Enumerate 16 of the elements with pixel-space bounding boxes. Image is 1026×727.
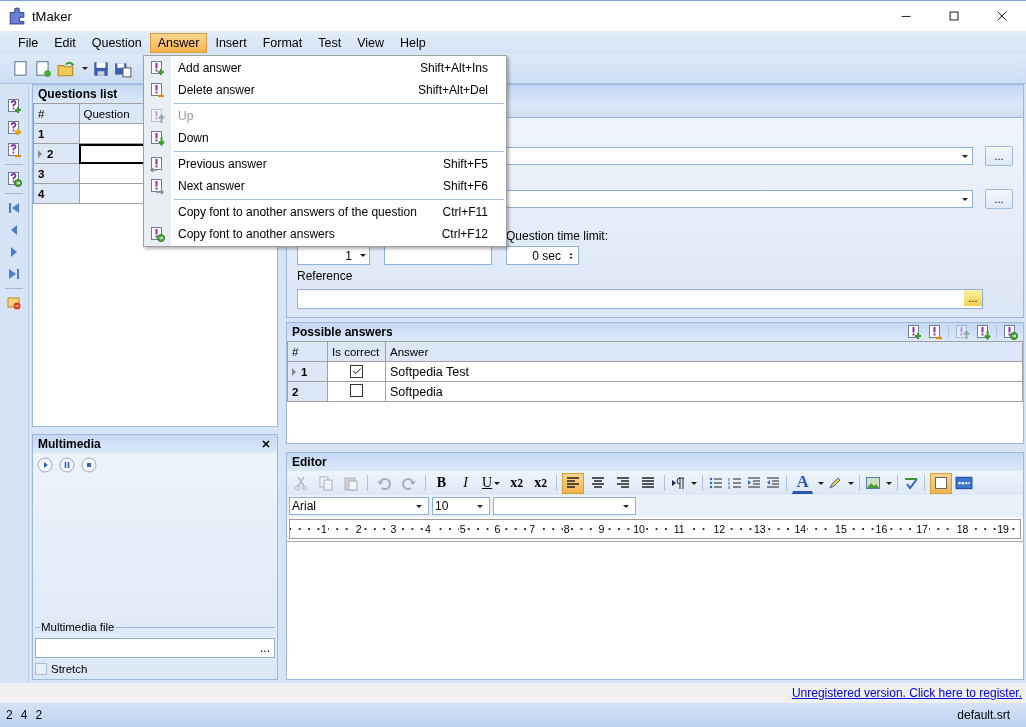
column-header: # — [33, 103, 79, 124]
field-label: Question time limit: — [506, 229, 609, 243]
column-header: Answer — [385, 341, 1023, 362]
panel-title: Editor — [287, 453, 1023, 471]
group-label: Multimedia file — [40, 621, 116, 633]
status-count: 4 — [20, 708, 28, 722]
field-label: Reference — [297, 269, 354, 283]
column-header: Is correct — [327, 341, 386, 362]
status-count: 2 — [6, 708, 13, 722]
status-file: default.srt — [957, 708, 1010, 722]
panel-title: Possible answers — [292, 325, 393, 339]
status-count: 2 — [35, 708, 43, 722]
panel-title: Multimedia — [38, 437, 101, 451]
window-title: tMaker — [32, 8, 72, 24]
column-header: # — [287, 341, 328, 362]
checkbox-label: Stretch — [51, 663, 88, 675]
